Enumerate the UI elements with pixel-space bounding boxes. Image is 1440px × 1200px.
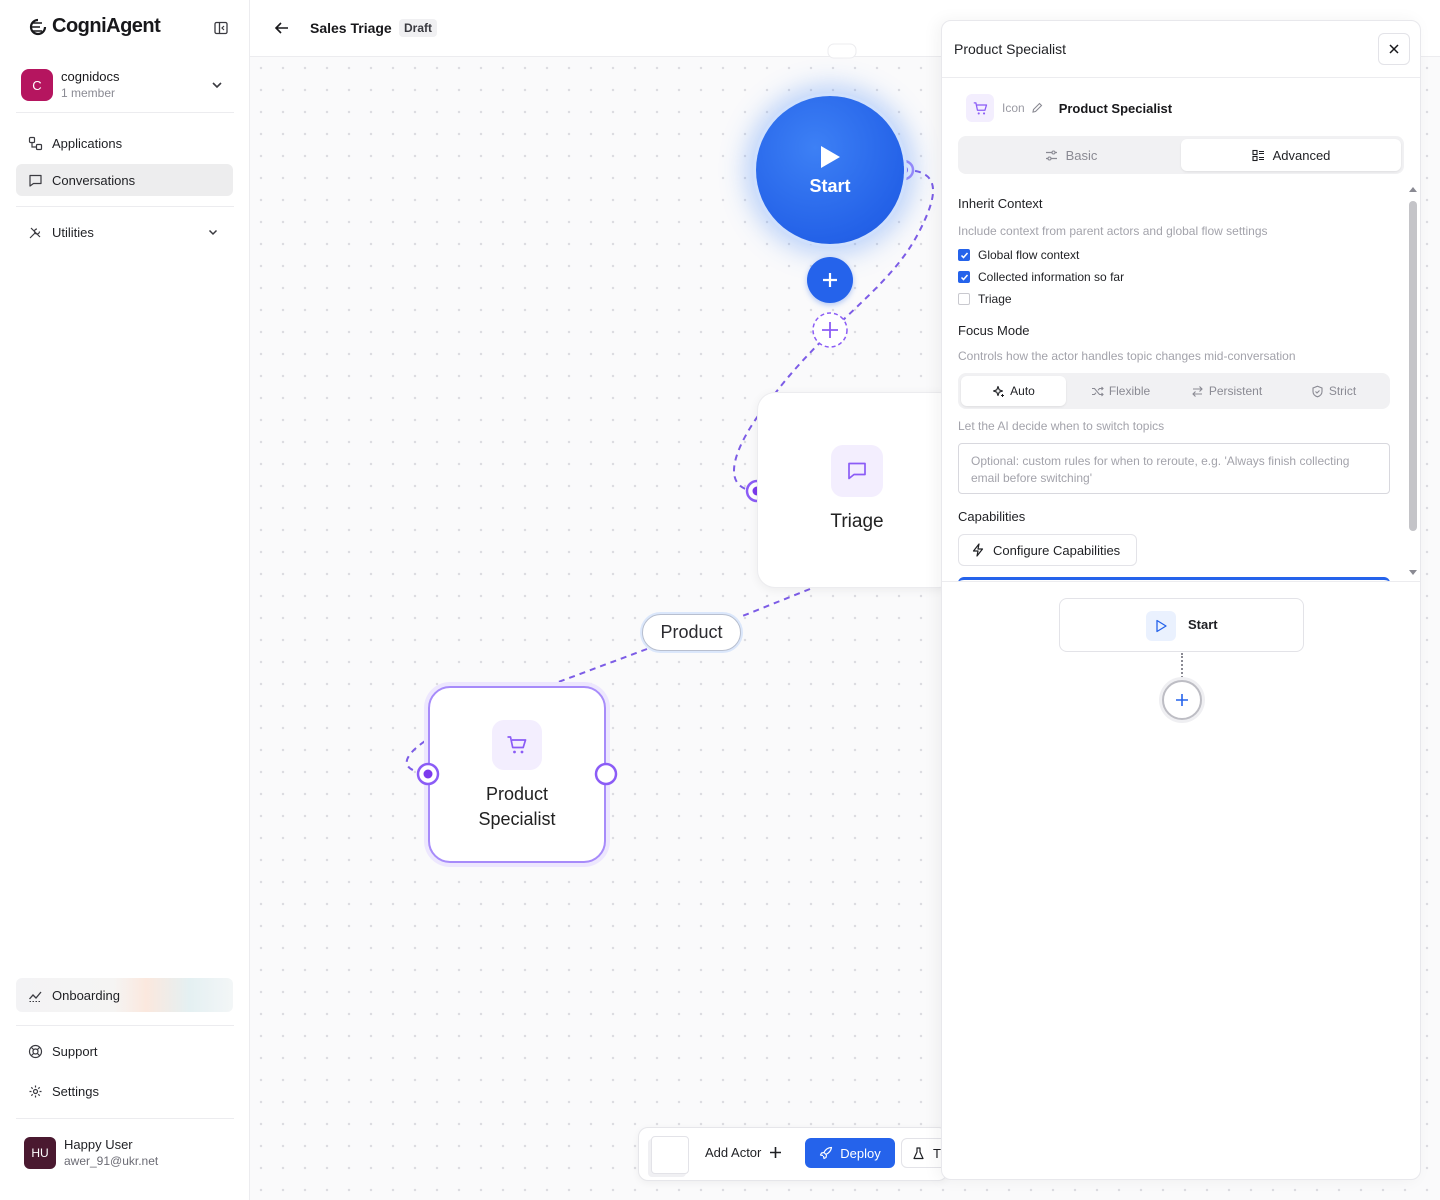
check-icon xyxy=(960,274,968,281)
actor-identity-row: Icon Product Specialist xyxy=(966,94,1172,122)
play-icon xyxy=(821,145,840,168)
inherit-option[interactable]: Global flow context xyxy=(958,248,1079,262)
shield-check-icon xyxy=(1312,385,1323,397)
actor-name[interactable]: Product Specialist xyxy=(1059,101,1172,116)
cart-icon xyxy=(507,736,527,754)
start-node-label: Start xyxy=(809,175,851,196)
node-icon-box xyxy=(492,720,542,770)
rocket-icon xyxy=(820,1146,833,1160)
plus-icon xyxy=(1176,694,1188,706)
list-settings-icon xyxy=(1252,149,1264,161)
capabilities-title: Capabilities xyxy=(958,509,1026,524)
close-icon xyxy=(1389,44,1399,54)
pencil-icon[interactable] xyxy=(1031,102,1043,114)
inherit-option[interactable]: Triage xyxy=(958,292,1012,306)
actor-template-card[interactable] xyxy=(651,1136,689,1174)
focus-mode-hint: Let the AI decide when to switch topics xyxy=(958,419,1165,433)
tab-advanced[interactable]: Advanced xyxy=(1181,139,1401,171)
inherit-context-title: Inherit Context xyxy=(958,196,1043,211)
checkbox[interactable] xyxy=(958,249,970,261)
focus-mode-label: Persistent xyxy=(1208,384,1263,398)
sliders-icon xyxy=(1045,149,1057,161)
add-actor-label: Add Actor xyxy=(705,1145,762,1160)
focus-mode-flexible[interactable]: Flexible xyxy=(1068,376,1173,406)
sparkles-icon xyxy=(993,385,1005,397)
node-icon-box xyxy=(831,445,883,497)
focus-mode-auto[interactable]: Auto xyxy=(961,376,1066,406)
add-actor-button[interactable]: Add Actor xyxy=(705,1145,782,1160)
focus-mode-selector: Auto Flexible Persistent Strict xyxy=(958,373,1390,409)
focus-mode-label: Flexible xyxy=(1108,384,1151,398)
shuffle-icon xyxy=(1091,386,1104,396)
panel-scrollbar[interactable] xyxy=(1407,183,1417,579)
lightning-icon xyxy=(972,543,984,557)
start-node[interactable]: Start xyxy=(756,96,904,244)
panel-title: Product Specialist xyxy=(954,41,1067,57)
scroll-down-icon[interactable] xyxy=(1408,569,1418,577)
scrollbar-thumb[interactable] xyxy=(1409,201,1417,531)
panel-tabs: Basic Advanced xyxy=(958,136,1404,174)
actor-icon-picker[interactable] xyxy=(966,94,994,122)
focus-mode-strict[interactable]: Strict xyxy=(1281,376,1386,406)
close-panel-button[interactable] xyxy=(1378,33,1410,65)
panel-header: Product Specialist xyxy=(942,21,1420,78)
inherit-option[interactable]: Collected information so far xyxy=(958,270,1124,284)
deploy-button[interactable]: Deploy xyxy=(805,1138,895,1168)
plus-icon xyxy=(770,1147,782,1158)
reroute-rules-textarea[interactable]: Optional: custom rules for when to rerou… xyxy=(958,443,1390,494)
triage-node-label: Triage xyxy=(830,511,884,532)
canvas-toolbar: Add Actor Deploy T xyxy=(638,1127,948,1181)
test-label: T xyxy=(933,1145,941,1161)
inherit-option-label: Collected information so far xyxy=(978,270,1125,284)
tab-advanced-label: Advanced xyxy=(1272,147,1331,163)
focus-mode-title: Focus Mode xyxy=(958,323,1030,338)
flask-icon xyxy=(913,1146,924,1159)
inherit-option-label: Triage xyxy=(978,292,1012,306)
actor-settings-panel: Product Specialist Icon Product Speciali… xyxy=(941,20,1421,1180)
inherit-option-label: Global flow context xyxy=(978,248,1080,262)
product-node-label: Product Specialist xyxy=(478,784,556,829)
checkbox[interactable] xyxy=(958,271,970,283)
triage-node[interactable]: Triage xyxy=(757,392,957,588)
arrows-swap-icon xyxy=(1192,385,1203,397)
cart-icon xyxy=(973,101,987,115)
deploy-label: Deploy xyxy=(840,1145,881,1161)
mini-flow-add-button[interactable] xyxy=(1162,680,1202,720)
product-specialist-node[interactable]: Product Specialist xyxy=(428,686,606,863)
focus-mode-description: Controls how the actor handles topic cha… xyxy=(958,349,1296,363)
focus-mode-label: Strict xyxy=(1328,384,1357,398)
mini-flow-connector xyxy=(1181,653,1183,681)
mini-flow-start-node[interactable]: Start xyxy=(1059,598,1304,652)
mini-flow-start-label: Start xyxy=(1188,617,1218,632)
tab-basic-label: Basic xyxy=(1065,147,1098,163)
tab-basic[interactable]: Basic xyxy=(961,139,1181,171)
play-icon xyxy=(1156,619,1167,633)
advanced-settings: Inherit Context Include context from par… xyxy=(942,181,1420,581)
focus-mode-label: Auto xyxy=(1010,384,1035,398)
focus-mode-persistent[interactable]: Persistent xyxy=(1174,376,1279,406)
scroll-up-icon[interactable] xyxy=(1408,185,1418,193)
check-icon xyxy=(960,252,968,259)
chat-icon xyxy=(848,462,866,480)
configure-capabilities-button[interactable]: Configure Capabilities xyxy=(958,534,1137,566)
add-node-button[interactable] xyxy=(807,257,853,303)
edge-label-product[interactable]: Product xyxy=(642,614,741,651)
mini-play-box xyxy=(1146,611,1176,641)
plus-icon xyxy=(823,273,837,287)
configure-capabilities-label: Configure Capabilities xyxy=(993,542,1121,558)
inherit-context-description: Include context from parent actors and g… xyxy=(958,224,1268,238)
checkbox[interactable] xyxy=(958,293,970,305)
divider xyxy=(942,581,1420,582)
icon-label: Icon xyxy=(1002,101,1025,115)
